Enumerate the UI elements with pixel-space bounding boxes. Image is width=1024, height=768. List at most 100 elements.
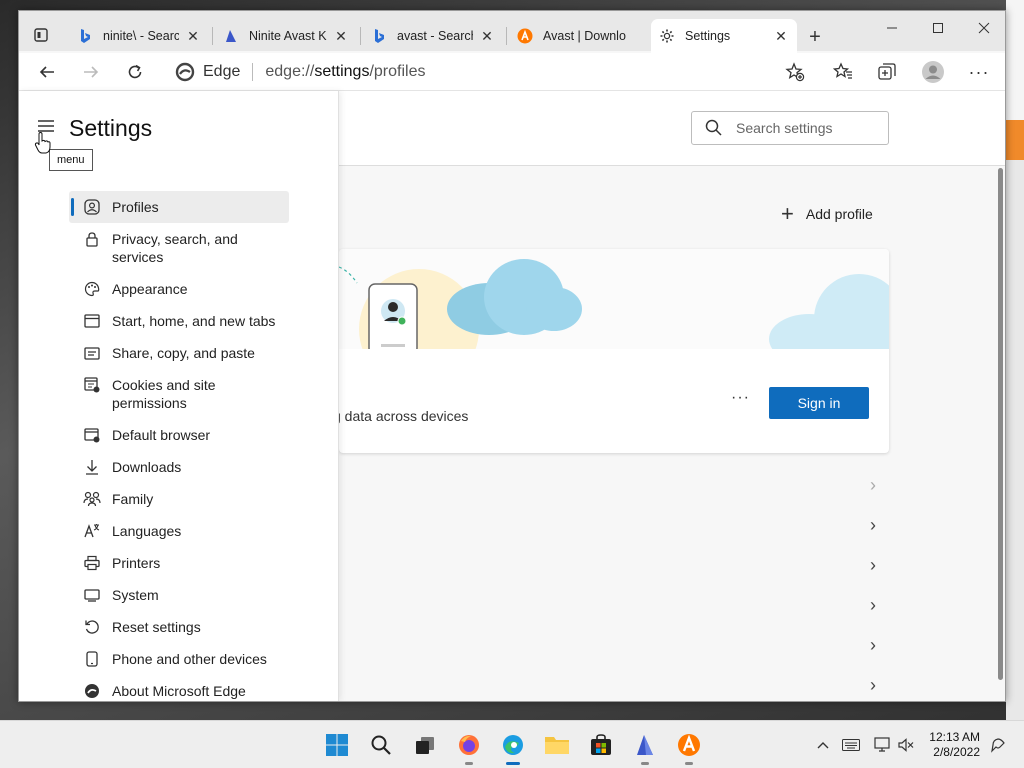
avast-taskbar-button[interactable] (673, 729, 705, 765)
new-tab-button[interactable]: + (803, 25, 827, 49)
settings-nav: Profiles Privacy, search, and services A… (69, 191, 289, 701)
chevron-right-icon[interactable]: › (865, 555, 881, 575)
nav-item-start-home[interactable]: Start, home, and new tabs (69, 305, 289, 337)
nav-item-downloads[interactable]: Downloads (69, 451, 289, 483)
refresh-button[interactable] (119, 57, 151, 87)
edge-taskbar-button[interactable] (497, 729, 529, 765)
close-icon (978, 22, 990, 34)
scrollbar-thumb[interactable] (998, 168, 1003, 680)
search-input[interactable] (736, 120, 876, 136)
scrollbar[interactable] (996, 166, 1004, 686)
notification-icon (991, 738, 1005, 753)
close-tab-icon[interactable]: ✕ (185, 28, 201, 44)
chevron-right-icon[interactable]: › (865, 475, 881, 495)
add-profile-button[interactable]: + Add profile (781, 203, 873, 225)
notifications-button[interactable] (988, 735, 1008, 755)
add-favorite-button[interactable] (779, 57, 811, 87)
nav-item-share[interactable]: Share, copy, and paste (69, 337, 289, 369)
home-tabs-icon (83, 312, 101, 330)
profile-button[interactable] (917, 57, 949, 87)
network-button[interactable] (872, 735, 892, 755)
nav-item-privacy[interactable]: Privacy, search, and services (69, 223, 289, 273)
network-icon (874, 737, 890, 752)
star-add-icon (785, 62, 805, 82)
task-view-button[interactable] (409, 729, 441, 761)
ninite-taskbar-button[interactable] (629, 729, 661, 765)
forward-button[interactable] (75, 57, 107, 87)
chevron-right-icon[interactable]: › (865, 675, 881, 695)
search-taskbar-button[interactable] (365, 729, 397, 761)
sign-in-button[interactable]: Sign in (769, 387, 869, 419)
maximize-button[interactable] (915, 15, 961, 41)
tab-avast-search[interactable]: avast - Search ✕ (363, 19, 503, 53)
bing-icon (77, 28, 93, 44)
nav-item-profiles[interactable]: Profiles (69, 191, 289, 223)
nav-item-system[interactable]: System (69, 579, 289, 611)
languages-icon (83, 522, 101, 540)
profile-icon (83, 198, 101, 216)
minimize-button[interactable] (869, 15, 915, 41)
collections-icon (878, 63, 896, 80)
plus-icon: + (781, 201, 794, 226)
collections-button[interactable] (871, 57, 903, 87)
nav-item-reset[interactable]: Reset settings (69, 611, 289, 643)
download-icon (83, 458, 101, 476)
chevron-right-icon[interactable]: › (865, 595, 881, 615)
search-icon (371, 735, 391, 755)
search-icon (705, 119, 722, 136)
close-tab-icon[interactable]: ✕ (773, 28, 789, 44)
close-window-button[interactable] (961, 15, 1005, 41)
tab-ninite-avast[interactable]: Ninite Avast Kr ✕ (215, 19, 357, 53)
close-tab-icon[interactable]: ✕ (479, 28, 495, 44)
refresh-icon (128, 64, 142, 79)
chevron-up-icon (817, 742, 829, 749)
nav-item-phone[interactable]: Phone and other devices (69, 643, 289, 675)
ellipsis-icon: ··· (968, 61, 990, 82)
tab-bar: ninite\ - Search ✕ Ninite Avast Kr ✕ ava… (19, 11, 1005, 53)
clock-date: 2/8/2022 (933, 745, 980, 759)
keyboard-button[interactable] (841, 735, 861, 755)
close-tab-icon[interactable]: ✕ (333, 28, 349, 44)
chevron-right-icon[interactable]: › (865, 635, 881, 655)
nav-item-languages[interactable]: Languages (69, 515, 289, 547)
profile-more-button[interactable]: ··· (731, 389, 750, 407)
folder-icon (545, 737, 569, 754)
tab-settings[interactable]: Settings ✕ (651, 19, 797, 53)
tab-actions-icon (34, 28, 48, 42)
avatar-icon (922, 61, 944, 83)
tab-actions-button[interactable] (27, 21, 55, 49)
settings-content: + Add profile (19, 91, 1005, 701)
bing-icon (371, 28, 387, 44)
volume-button[interactable] (896, 735, 916, 755)
plus-icon: + (809, 25, 821, 48)
nav-item-family[interactable]: Family (69, 483, 289, 515)
edge-icon (503, 735, 523, 755)
nav-item-printers[interactable]: Printers (69, 547, 289, 579)
avast-icon (517, 28, 533, 44)
address-bar[interactable]: Edge edge://settings/profiles (169, 57, 809, 87)
ninite-icon (223, 28, 239, 44)
start-button[interactable] (321, 729, 353, 761)
clock[interactable]: 12:13 AM 2/8/2022 (928, 730, 980, 760)
nav-item-cookies[interactable]: Cookies and site permissions (69, 369, 289, 419)
family-icon (83, 490, 101, 508)
back-button[interactable] (31, 57, 63, 87)
nav-item-default-browser[interactable]: Default browser (69, 419, 289, 451)
chevron-right-icon[interactable]: › (865, 515, 881, 535)
tab-avast-download[interactable]: Avast | Downlo (509, 19, 649, 53)
browser-window: ninite\ - Search ✕ Ninite Avast Kr ✕ ava… (18, 10, 1006, 702)
search-settings-box[interactable] (691, 111, 889, 145)
more-options-button[interactable]: ··· (963, 57, 995, 87)
favorites-button[interactable] (827, 57, 859, 87)
show-hidden-icons-button[interactable] (813, 735, 833, 755)
tab-ninite-search[interactable]: ninite\ - Search ✕ (69, 19, 209, 53)
nav-item-appearance[interactable]: Appearance (69, 273, 289, 305)
file-explorer-button[interactable] (541, 729, 573, 761)
firefox-taskbar-button[interactable] (453, 729, 485, 765)
arrow-right-icon (84, 66, 99, 78)
printer-icon (83, 554, 101, 572)
store-button[interactable] (585, 729, 617, 761)
gear-icon (659, 28, 675, 44)
nav-item-about[interactable]: About Microsoft Edge (69, 675, 289, 701)
default-browser-icon (83, 426, 101, 444)
